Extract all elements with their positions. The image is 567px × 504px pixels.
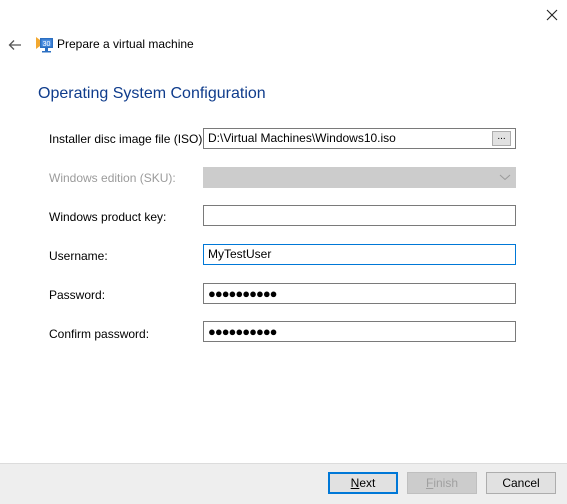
back-button[interactable] (4, 34, 26, 56)
chevron-down-icon (499, 174, 511, 181)
page-title: Operating System Configuration (38, 85, 266, 102)
iso-field[interactable]: D:\Virtual Machines\Windows10.iso ... (203, 128, 516, 149)
username-field[interactable]: MyTestUser (203, 244, 516, 265)
sku-label: Windows edition (SKU): (49, 171, 176, 185)
cancel-button[interactable]: Cancel (486, 472, 556, 494)
finish-label: inish (433, 476, 459, 490)
svg-text:30: 30 (43, 41, 51, 48)
product-key-label: Windows product key: (49, 210, 167, 224)
next-button[interactable]: Next (328, 472, 398, 494)
sku-dropdown[interactable] (203, 167, 516, 188)
window-title: Prepare a virtual machine (57, 37, 194, 51)
close-icon (546, 9, 557, 21)
product-key-field[interactable] (203, 205, 516, 226)
next-label: ext (359, 476, 376, 490)
finish-button[interactable]: Finish (407, 472, 477, 494)
password-label: Password: (49, 288, 106, 302)
confirm-password-field[interactable]: ●●●●●●●●●● (203, 321, 516, 342)
confirm-password-label: Confirm password: (49, 327, 150, 341)
browse-button[interactable]: ... (492, 131, 511, 146)
iso-label: Installer disc image file (ISO): (49, 132, 206, 146)
password-field[interactable]: ●●●●●●●●●● (203, 283, 516, 304)
username-label: Username: (49, 249, 108, 263)
footer-bar (0, 463, 567, 504)
close-button[interactable] (536, 0, 567, 30)
virtual-machine-icon: 30 (36, 37, 53, 53)
iso-value: D:\Virtual Machines\Windows10.iso (208, 131, 396, 145)
back-arrow-icon (8, 40, 21, 50)
